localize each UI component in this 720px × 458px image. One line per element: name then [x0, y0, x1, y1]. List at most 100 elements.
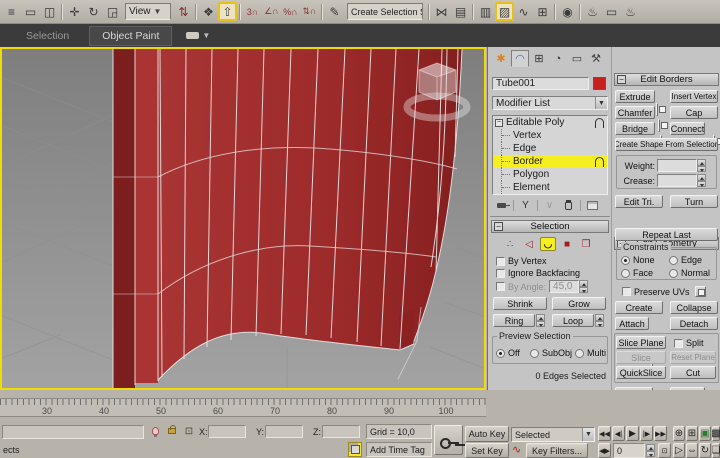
chamfer-button[interactable]: Chamfer [615, 106, 655, 119]
split-checkbox[interactable] [674, 339, 683, 348]
edge-mode-icon[interactable] [521, 237, 537, 251]
spinner-snap-icon[interactable] [300, 2, 319, 21]
tab-create-icon[interactable] [492, 50, 510, 67]
tab-display-icon[interactable] [568, 50, 586, 67]
stack-item-vertex[interactable]: Vertex [493, 129, 607, 142]
loop-button[interactable]: Loop [552, 314, 594, 327]
by-angle-spinner[interactable] [579, 280, 588, 293]
ring-spinner[interactable] [536, 314, 545, 327]
y-coordinate-field[interactable] [265, 425, 303, 438]
object-name-field[interactable]: Tube001 [492, 77, 589, 90]
window-crossing-icon[interactable] [40, 2, 59, 21]
use-pivot-point-center-icon[interactable] [174, 2, 193, 21]
shrink-button[interactable]: Shrink [493, 297, 547, 310]
set-key-button[interactable]: Set Key [465, 443, 509, 458]
zoom-extents-all-icon[interactable] [712, 426, 720, 441]
curve-editor-icon[interactable] [514, 2, 533, 21]
edit-named-selection-sets-icon[interactable] [325, 2, 344, 21]
rendered-frame-window-icon[interactable] [602, 2, 621, 21]
go-to-end-icon[interactable] [654, 426, 667, 441]
weight-spinner[interactable] [697, 159, 706, 172]
layer-manager-icon[interactable] [476, 2, 495, 21]
quickslice-button[interactable]: QuickSlice [616, 366, 666, 379]
angle-snap-icon[interactable] [262, 2, 281, 21]
selection-lock-icon[interactable] [165, 422, 179, 436]
keyboard-shortcut-override-icon[interactable] [218, 2, 237, 21]
material-editor-icon[interactable] [558, 2, 577, 21]
absolute-offset-toggle-icon[interactable] [182, 424, 196, 438]
perspective-viewport[interactable] [0, 47, 486, 390]
ring-button[interactable]: Ring [493, 314, 535, 327]
previous-frame-icon[interactable] [612, 426, 625, 441]
stack-item-element[interactable]: Element [493, 181, 607, 194]
constraint-edge-option[interactable]: Edge [669, 255, 702, 265]
preview-off-option[interactable]: Off [496, 348, 520, 358]
vertex-mode-icon[interactable] [502, 237, 518, 251]
tab-object-paint[interactable]: Object Paint [89, 26, 172, 46]
selection-lock-toggle-icon[interactable] [348, 442, 362, 457]
reference-coordinate-system-dropdown[interactable]: View ▼ [125, 3, 171, 20]
tab-hierarchy-icon[interactable] [530, 50, 548, 67]
time-config-icon[interactable] [658, 443, 671, 458]
x-coordinate-field[interactable] [208, 425, 246, 438]
by-angle-checkbox[interactable] [496, 282, 505, 291]
edit-borders-rollout-header[interactable]: − Edit Borders [614, 73, 719, 86]
loop-spinner[interactable] [595, 314, 604, 327]
zoom-all-icon[interactable] [686, 426, 698, 441]
constraint-normal-option[interactable]: Normal [669, 268, 710, 278]
by-vertex-checkbox[interactable] [496, 257, 505, 266]
select-and-scale-icon[interactable] [103, 2, 122, 21]
modifier-list-dropdown[interactable]: Modifier List ▼ [492, 96, 608, 110]
slice-plane-button[interactable]: Slice Plane [616, 336, 666, 349]
preview-multi-option[interactable]: Multi [575, 348, 606, 358]
render-production-icon[interactable] [621, 2, 640, 21]
snaps-toggle-icon[interactable] [243, 2, 262, 21]
schematic-view-icon[interactable] [533, 2, 552, 21]
auto-key-button[interactable]: Auto Key [465, 426, 509, 442]
z-coordinate-field[interactable] [322, 425, 360, 438]
set-keys-button[interactable] [434, 425, 463, 455]
default-in-out-tangents-icon[interactable]: ∿ [512, 443, 521, 456]
preserve-uvs-settings-button[interactable] [695, 286, 706, 297]
connect-button[interactable]: Connect [670, 122, 705, 135]
field-of-view-icon[interactable] [673, 443, 685, 458]
edit-tri-button[interactable]: Edit Tri. [615, 195, 663, 208]
track-bar[interactable]: 30 40 50 60 70 80 90 100 [0, 398, 486, 417]
graphite-modeling-tools-icon[interactable] [495, 2, 514, 21]
detach-button[interactable]: Detach [670, 317, 718, 330]
select-by-name-icon[interactable] [2, 2, 21, 21]
select-and-manipulate-icon[interactable] [199, 2, 218, 21]
element-mode-icon[interactable] [578, 237, 594, 251]
preserve-uvs-checkbox[interactable] [622, 287, 631, 296]
collapse-button[interactable]: Collapse [670, 301, 718, 314]
constraint-face-option[interactable]: Face [621, 268, 653, 278]
tab-selection[interactable]: Selection [14, 27, 81, 45]
stack-item-editable-poly[interactable]: − Editable Poly [493, 116, 607, 129]
stack-item-edge[interactable]: Edge [493, 142, 607, 155]
current-frame-field[interactable]: 0 [613, 443, 645, 458]
turn-button[interactable]: Turn [670, 195, 718, 208]
create-shape-button[interactable]: Create Shape From Selection [615, 138, 718, 151]
attach-button[interactable]: Attach [615, 317, 649, 330]
remove-modifier-icon[interactable] [561, 199, 576, 212]
play-icon[interactable] [626, 426, 639, 441]
select-and-rotate-icon[interactable] [84, 2, 103, 21]
select-and-move-icon[interactable] [65, 2, 84, 21]
pin-stack-icon[interactable] [494, 199, 509, 212]
insert-vertex-button[interactable]: Insert Vertex [670, 90, 718, 103]
percent-snap-icon[interactable] [281, 2, 300, 21]
zoom-extents-icon[interactable] [699, 426, 711, 441]
object-color-swatch[interactable] [593, 77, 606, 90]
next-frame-icon[interactable] [640, 426, 653, 441]
repeat-last-button[interactable]: Repeat Last [615, 228, 718, 241]
collapse-icon[interactable]: − [495, 119, 503, 127]
cut-button[interactable]: Cut [670, 366, 716, 379]
named-selection-sets-dropdown[interactable]: Create Selection Se ▼ [347, 3, 423, 20]
grow-button[interactable]: Grow [552, 297, 606, 310]
cap-button[interactable]: Cap [670, 106, 718, 119]
polygon-mode-icon[interactable] [559, 237, 575, 251]
frame-spinner[interactable] [646, 444, 655, 457]
make-unique-icon[interactable] [542, 199, 557, 212]
rectangular-selection-region-icon[interactable] [21, 2, 40, 21]
ignore-backfacing-checkbox[interactable] [496, 269, 505, 278]
